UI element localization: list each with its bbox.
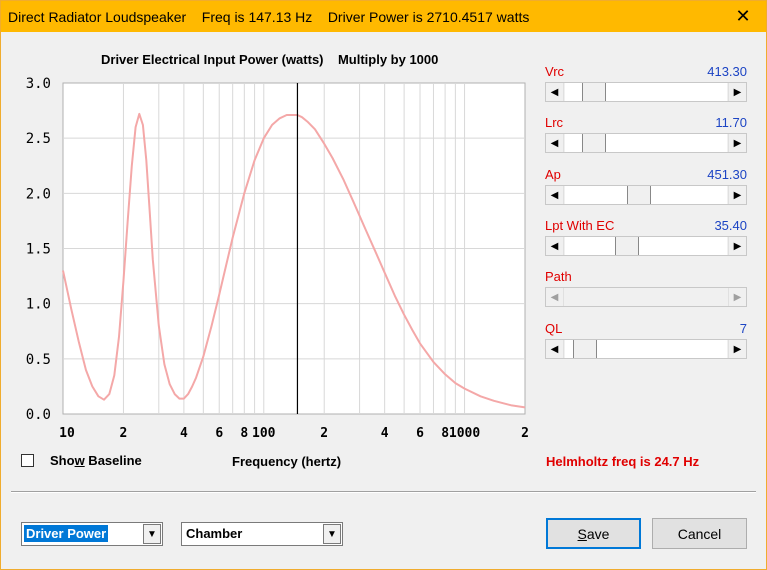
arrow-left-icon[interactable]: ◀: [546, 288, 564, 306]
helmholtz-text: Helmholtz freq is 24.7 Hz: [546, 454, 700, 469]
arrow-right-icon[interactable]: ▶: [728, 83, 746, 101]
slider-value: 451.30: [707, 167, 747, 182]
y-tick-label: 0.0: [26, 407, 51, 423]
slider-scrollbar[interactable]: ◀ ▶: [545, 236, 747, 256]
slider-value: 35.40: [714, 218, 747, 233]
slider-scrollbar[interactable]: ◀ ▶: [545, 185, 747, 205]
power-chart[interactable]: 0.00.51.01.52.02.53.010 2 4 6 8 100 2 4 6 8 1000 2: [1, 61, 541, 446]
separator: [11, 491, 756, 493]
slider-value: 11.70: [715, 115, 747, 130]
close-icon[interactable]: ✕: [720, 1, 766, 32]
arrow-left-icon[interactable]: ◀: [546, 340, 564, 358]
slider-track[interactable]: [565, 340, 727, 358]
x-tick-label: 6: [215, 426, 223, 441]
chevron-down-icon[interactable]: ▼: [323, 524, 341, 544]
slider-thumb[interactable]: [582, 134, 606, 152]
title-bar[interactable]: Direct Radiator Loudspeaker Freq is 147.…: [1, 1, 766, 32]
x-tick-label: 2: [320, 426, 328, 441]
arrow-left-icon[interactable]: ◀: [546, 134, 564, 152]
slider-label: Lpt With EC: [545, 218, 615, 233]
arrow-right-icon[interactable]: ▶: [728, 288, 746, 306]
show-baseline-label[interactable]: Show Baseline: [50, 453, 142, 468]
slider-label: QL: [545, 321, 563, 336]
plot-type-value: Driver Power: [24, 525, 109, 542]
x-tick-label: 2: [521, 426, 529, 441]
slider-track[interactable]: [565, 288, 727, 306]
arrow-left-icon[interactable]: ◀: [546, 186, 564, 204]
x-tick-label: 8: [240, 426, 248, 441]
show-baseline-option[interactable]: Show Baseline: [21, 453, 142, 468]
slider-track[interactable]: [565, 237, 727, 255]
window-title: Direct Radiator Loudspeaker Freq is 147.…: [8, 9, 530, 25]
arrow-right-icon[interactable]: ▶: [728, 237, 746, 255]
arrow-right-icon[interactable]: ▶: [728, 134, 746, 152]
x-tick-label: 1000: [449, 426, 480, 441]
slider-thumb[interactable]: [627, 186, 651, 204]
slider-thumb[interactable]: [615, 237, 639, 255]
plot-type-select[interactable]: Driver Power ▼: [21, 522, 163, 546]
save-button[interactable]: Save: [546, 518, 641, 549]
x-tick-label: 100: [252, 426, 276, 441]
arrow-left-icon[interactable]: ◀: [546, 83, 564, 101]
slider-vrc: Vrc 413.30 ◀ ▶: [545, 64, 747, 102]
chevron-down-icon[interactable]: ▼: [143, 524, 161, 544]
slider-value: 7: [739, 321, 747, 336]
y-tick-label: 0.5: [26, 352, 51, 368]
arrow-left-icon[interactable]: ◀: [546, 237, 564, 255]
slider-label: Vrc: [545, 64, 565, 79]
slider-label: Ap: [545, 167, 561, 182]
x-tick-label: 4: [381, 426, 389, 441]
y-tick-label: 1.5: [26, 242, 51, 258]
slider-lrc: Lrc 11.70 ◀ ▶: [545, 115, 747, 153]
slider-path: Path ◀ ▶: [545, 269, 747, 307]
cancel-button[interactable]: Cancel: [652, 518, 747, 549]
slider-value: 413.30: [707, 64, 747, 79]
slider-thumb[interactable]: [582, 83, 606, 101]
slider-label: Lrc: [545, 115, 564, 130]
y-tick-label: 1.0: [26, 297, 51, 313]
slider-track[interactable]: [565, 134, 727, 152]
x-axis-label: Frequency (hertz): [232, 454, 342, 469]
arrow-right-icon[interactable]: ▶: [728, 186, 746, 204]
slider-thumb[interactable]: [573, 340, 597, 358]
y-tick-label: 3.0: [26, 76, 51, 92]
show-baseline-checkbox[interactable]: [21, 454, 34, 467]
arrow-right-icon[interactable]: ▶: [728, 340, 746, 358]
x-tick-label: 6: [416, 426, 424, 441]
slider-ap: Ap 451.30 ◀ ▶: [545, 167, 747, 205]
slider-scrollbar[interactable]: ◀ ▶: [545, 339, 747, 359]
dialog-window: Direct Radiator Loudspeaker Freq is 147.…: [0, 0, 767, 570]
chamber-select[interactable]: Chamber ▼: [181, 522, 343, 546]
slider-ql: QL 7 ◀ ▶: [545, 321, 747, 359]
slider-label: Path: [545, 269, 572, 284]
slider-scrollbar[interactable]: ◀ ▶: [545, 133, 747, 153]
slider-scrollbar[interactable]: ◀ ▶: [545, 82, 747, 102]
slider-lpt-with-ec: Lpt With EC 35.40 ◀ ▶: [545, 218, 747, 256]
slider-track[interactable]: [565, 186, 727, 204]
y-tick-label: 2.5: [26, 131, 51, 147]
x-tick-label: 4: [180, 426, 188, 441]
y-tick-label: 2.0: [26, 186, 51, 202]
slider-track[interactable]: [565, 83, 727, 101]
slider-scrollbar[interactable]: ◀ ▶: [545, 287, 747, 307]
x-tick-label: 10: [59, 426, 75, 441]
chamber-value: Chamber: [186, 526, 243, 541]
x-tick-label: 2: [120, 426, 128, 441]
